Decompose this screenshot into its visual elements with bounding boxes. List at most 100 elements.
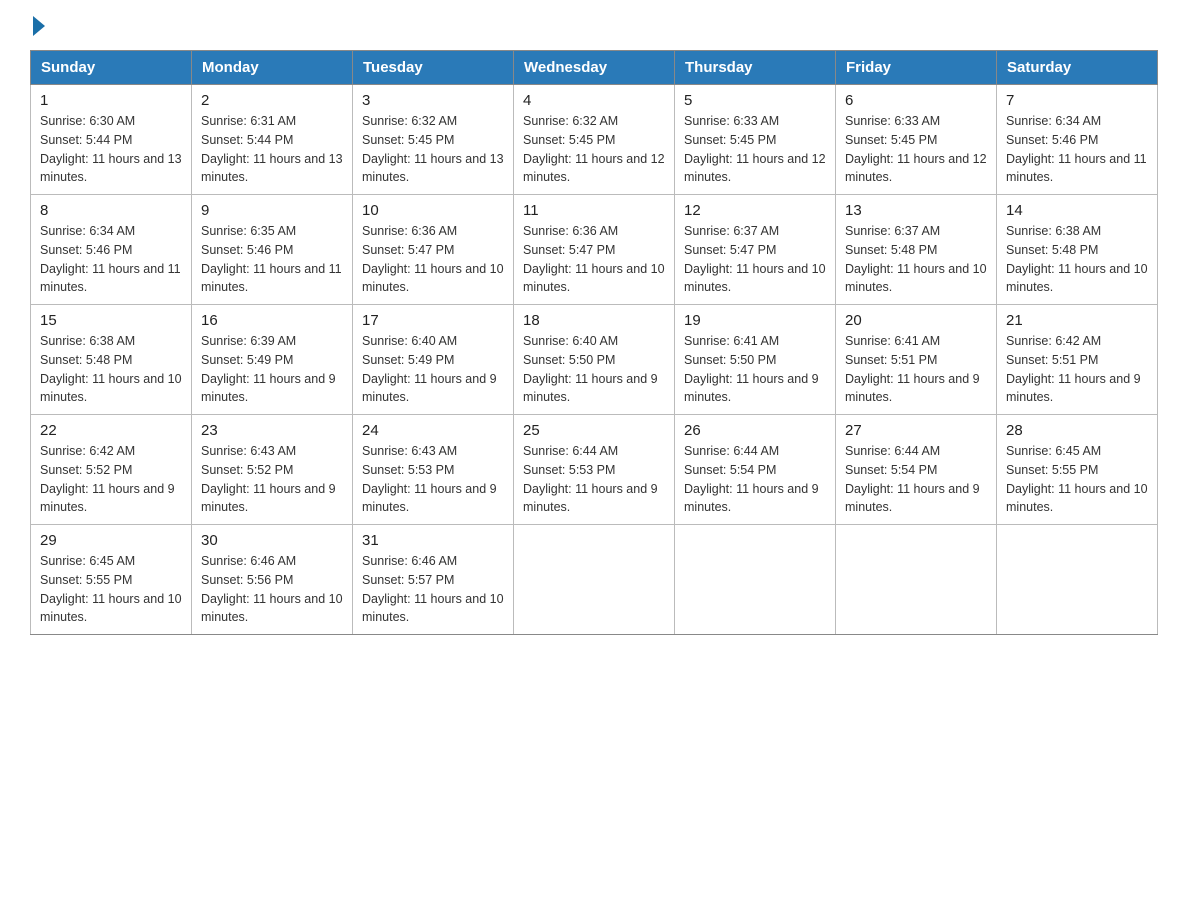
calendar-cell: 11 Sunrise: 6:36 AMSunset: 5:47 PMDaylig… bbox=[514, 195, 675, 305]
day-info: Sunrise: 6:30 AMSunset: 5:44 PMDaylight:… bbox=[40, 114, 182, 184]
calendar-cell: 18 Sunrise: 6:40 AMSunset: 5:50 PMDaylig… bbox=[514, 305, 675, 415]
calendar-cell bbox=[836, 525, 997, 635]
day-number: 24 bbox=[362, 422, 504, 439]
day-number: 8 bbox=[40, 202, 182, 219]
day-info: Sunrise: 6:46 AMSunset: 5:56 PMDaylight:… bbox=[201, 554, 343, 624]
day-info: Sunrise: 6:44 AMSunset: 5:54 PMDaylight:… bbox=[684, 444, 819, 514]
day-number: 22 bbox=[40, 422, 182, 439]
calendar-cell: 23 Sunrise: 6:43 AMSunset: 5:52 PMDaylig… bbox=[192, 415, 353, 525]
calendar-cell: 31 Sunrise: 6:46 AMSunset: 5:57 PMDaylig… bbox=[353, 525, 514, 635]
day-info: Sunrise: 6:42 AMSunset: 5:52 PMDaylight:… bbox=[40, 444, 175, 514]
calendar-cell: 25 Sunrise: 6:44 AMSunset: 5:53 PMDaylig… bbox=[514, 415, 675, 525]
day-info: Sunrise: 6:43 AMSunset: 5:53 PMDaylight:… bbox=[362, 444, 497, 514]
column-header-monday: Monday bbox=[192, 51, 353, 85]
calendar-cell: 13 Sunrise: 6:37 AMSunset: 5:48 PMDaylig… bbox=[836, 195, 997, 305]
day-number: 26 bbox=[684, 422, 826, 439]
calendar-cell: 10 Sunrise: 6:36 AMSunset: 5:47 PMDaylig… bbox=[353, 195, 514, 305]
day-info: Sunrise: 6:43 AMSunset: 5:52 PMDaylight:… bbox=[201, 444, 336, 514]
day-info: Sunrise: 6:38 AMSunset: 5:48 PMDaylight:… bbox=[1006, 224, 1148, 294]
day-number: 18 bbox=[523, 312, 665, 329]
calendar-week-2: 8 Sunrise: 6:34 AMSunset: 5:46 PMDayligh… bbox=[31, 195, 1158, 305]
day-info: Sunrise: 6:40 AMSunset: 5:50 PMDaylight:… bbox=[523, 334, 658, 404]
calendar-cell: 15 Sunrise: 6:38 AMSunset: 5:48 PMDaylig… bbox=[31, 305, 192, 415]
day-info: Sunrise: 6:44 AMSunset: 5:53 PMDaylight:… bbox=[523, 444, 658, 514]
day-info: Sunrise: 6:39 AMSunset: 5:49 PMDaylight:… bbox=[201, 334, 336, 404]
logo-arrow-icon bbox=[33, 16, 45, 36]
day-number: 9 bbox=[201, 202, 343, 219]
calendar-cell: 27 Sunrise: 6:44 AMSunset: 5:54 PMDaylig… bbox=[836, 415, 997, 525]
day-number: 31 bbox=[362, 532, 504, 549]
calendar-cell: 8 Sunrise: 6:34 AMSunset: 5:46 PMDayligh… bbox=[31, 195, 192, 305]
calendar-cell: 17 Sunrise: 6:40 AMSunset: 5:49 PMDaylig… bbox=[353, 305, 514, 415]
column-header-tuesday: Tuesday bbox=[353, 51, 514, 85]
calendar-cell: 19 Sunrise: 6:41 AMSunset: 5:50 PMDaylig… bbox=[675, 305, 836, 415]
calendar-cell: 9 Sunrise: 6:35 AMSunset: 5:46 PMDayligh… bbox=[192, 195, 353, 305]
day-info: Sunrise: 6:34 AMSunset: 5:46 PMDaylight:… bbox=[1006, 114, 1147, 184]
calendar-cell: 12 Sunrise: 6:37 AMSunset: 5:47 PMDaylig… bbox=[675, 195, 836, 305]
calendar-cell: 16 Sunrise: 6:39 AMSunset: 5:49 PMDaylig… bbox=[192, 305, 353, 415]
column-header-wednesday: Wednesday bbox=[514, 51, 675, 85]
day-info: Sunrise: 6:41 AMSunset: 5:51 PMDaylight:… bbox=[845, 334, 980, 404]
day-info: Sunrise: 6:36 AMSunset: 5:47 PMDaylight:… bbox=[523, 224, 665, 294]
calendar-cell bbox=[997, 525, 1158, 635]
day-info: Sunrise: 6:37 AMSunset: 5:47 PMDaylight:… bbox=[684, 224, 826, 294]
day-number: 25 bbox=[523, 422, 665, 439]
day-info: Sunrise: 6:44 AMSunset: 5:54 PMDaylight:… bbox=[845, 444, 980, 514]
column-header-sunday: Sunday bbox=[31, 51, 192, 85]
calendar-week-5: 29 Sunrise: 6:45 AMSunset: 5:55 PMDaylig… bbox=[31, 525, 1158, 635]
day-number: 20 bbox=[845, 312, 987, 329]
day-info: Sunrise: 6:35 AMSunset: 5:46 PMDaylight:… bbox=[201, 224, 342, 294]
page-header bbox=[30, 20, 1158, 32]
column-header-saturday: Saturday bbox=[997, 51, 1158, 85]
calendar-cell: 24 Sunrise: 6:43 AMSunset: 5:53 PMDaylig… bbox=[353, 415, 514, 525]
calendar-cell: 30 Sunrise: 6:46 AMSunset: 5:56 PMDaylig… bbox=[192, 525, 353, 635]
day-number: 2 bbox=[201, 92, 343, 109]
day-number: 10 bbox=[362, 202, 504, 219]
day-number: 4 bbox=[523, 92, 665, 109]
logo bbox=[30, 20, 45, 32]
day-number: 23 bbox=[201, 422, 343, 439]
column-header-friday: Friday bbox=[836, 51, 997, 85]
day-number: 3 bbox=[362, 92, 504, 109]
calendar-table: SundayMondayTuesdayWednesdayThursdayFrid… bbox=[30, 50, 1158, 635]
day-number: 30 bbox=[201, 532, 343, 549]
day-number: 21 bbox=[1006, 312, 1148, 329]
day-info: Sunrise: 6:38 AMSunset: 5:48 PMDaylight:… bbox=[40, 334, 182, 404]
calendar-cell: 7 Sunrise: 6:34 AMSunset: 5:46 PMDayligh… bbox=[997, 85, 1158, 195]
day-number: 15 bbox=[40, 312, 182, 329]
day-info: Sunrise: 6:32 AMSunset: 5:45 PMDaylight:… bbox=[362, 114, 504, 184]
calendar-cell: 28 Sunrise: 6:45 AMSunset: 5:55 PMDaylig… bbox=[997, 415, 1158, 525]
calendar-cell: 21 Sunrise: 6:42 AMSunset: 5:51 PMDaylig… bbox=[997, 305, 1158, 415]
day-number: 7 bbox=[1006, 92, 1148, 109]
calendar-cell: 20 Sunrise: 6:41 AMSunset: 5:51 PMDaylig… bbox=[836, 305, 997, 415]
calendar-cell bbox=[514, 525, 675, 635]
calendar-cell: 22 Sunrise: 6:42 AMSunset: 5:52 PMDaylig… bbox=[31, 415, 192, 525]
day-info: Sunrise: 6:36 AMSunset: 5:47 PMDaylight:… bbox=[362, 224, 504, 294]
day-info: Sunrise: 6:45 AMSunset: 5:55 PMDaylight:… bbox=[1006, 444, 1148, 514]
calendar-week-4: 22 Sunrise: 6:42 AMSunset: 5:52 PMDaylig… bbox=[31, 415, 1158, 525]
day-number: 19 bbox=[684, 312, 826, 329]
day-number: 1 bbox=[40, 92, 182, 109]
column-header-thursday: Thursday bbox=[675, 51, 836, 85]
calendar-week-3: 15 Sunrise: 6:38 AMSunset: 5:48 PMDaylig… bbox=[31, 305, 1158, 415]
calendar-cell: 6 Sunrise: 6:33 AMSunset: 5:45 PMDayligh… bbox=[836, 85, 997, 195]
day-number: 27 bbox=[845, 422, 987, 439]
calendar-cell: 4 Sunrise: 6:32 AMSunset: 5:45 PMDayligh… bbox=[514, 85, 675, 195]
day-info: Sunrise: 6:32 AMSunset: 5:45 PMDaylight:… bbox=[523, 114, 665, 184]
day-info: Sunrise: 6:41 AMSunset: 5:50 PMDaylight:… bbox=[684, 334, 819, 404]
calendar-cell: 1 Sunrise: 6:30 AMSunset: 5:44 PMDayligh… bbox=[31, 85, 192, 195]
day-number: 17 bbox=[362, 312, 504, 329]
day-info: Sunrise: 6:37 AMSunset: 5:48 PMDaylight:… bbox=[845, 224, 987, 294]
calendar-cell: 3 Sunrise: 6:32 AMSunset: 5:45 PMDayligh… bbox=[353, 85, 514, 195]
day-number: 13 bbox=[845, 202, 987, 219]
day-info: Sunrise: 6:45 AMSunset: 5:55 PMDaylight:… bbox=[40, 554, 182, 624]
day-number: 11 bbox=[523, 202, 665, 219]
calendar-cell: 29 Sunrise: 6:45 AMSunset: 5:55 PMDaylig… bbox=[31, 525, 192, 635]
day-number: 14 bbox=[1006, 202, 1148, 219]
calendar-header-row: SundayMondayTuesdayWednesdayThursdayFrid… bbox=[31, 51, 1158, 85]
calendar-cell: 26 Sunrise: 6:44 AMSunset: 5:54 PMDaylig… bbox=[675, 415, 836, 525]
day-info: Sunrise: 6:31 AMSunset: 5:44 PMDaylight:… bbox=[201, 114, 343, 184]
day-info: Sunrise: 6:33 AMSunset: 5:45 PMDaylight:… bbox=[684, 114, 826, 184]
day-info: Sunrise: 6:40 AMSunset: 5:49 PMDaylight:… bbox=[362, 334, 497, 404]
day-info: Sunrise: 6:33 AMSunset: 5:45 PMDaylight:… bbox=[845, 114, 987, 184]
